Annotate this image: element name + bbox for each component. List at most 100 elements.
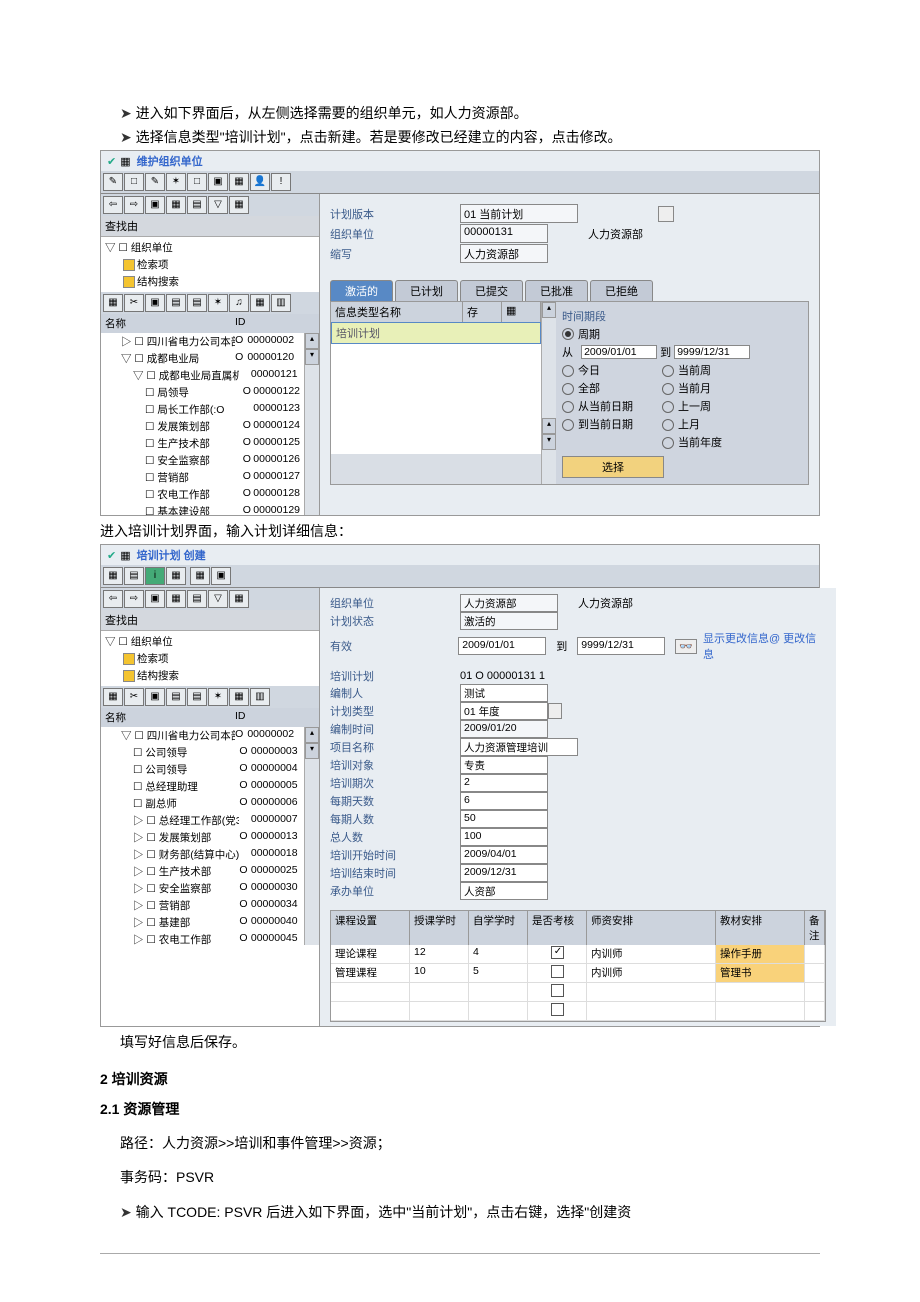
tree-row[interactable]: ☐ 农电工作部O00000128 [101,486,304,503]
tool-btn[interactable]: ▣ [145,294,165,312]
tool-btn[interactable]: ▦ [103,567,123,585]
tree-node[interactable]: 检索项 [101,256,319,273]
tool-btn[interactable]: ✂ [124,294,144,312]
tree-row[interactable]: ☐ 营销部O00000127 [101,469,304,486]
tree-node[interactable]: ▽ ☐ 组织单位 [101,239,319,256]
end-field[interactable]: 2009/12/31 [460,864,548,882]
radio-curmonth[interactable] [662,383,674,395]
radio-tocur[interactable] [562,419,574,431]
plan-version-field[interactable]: 01 当前计划 [460,204,578,223]
tree-row[interactable]: ☐ 总经理助理O00000005 [101,778,304,795]
tool-btn[interactable]: ▣ [211,567,231,585]
tool-btn[interactable]: ▣ [145,688,165,706]
nav-btn[interactable]: ▽ [208,590,228,608]
tree-row[interactable]: ▷ ☐ 安全监察部O00000030 [101,880,304,897]
tree-row[interactable]: ☐ 副总师O00000006 [101,795,304,812]
tree-row[interactable]: ▽ ☐ 成都电业局O00000120 [101,350,304,367]
tab-submitted[interactable]: 已提交 [460,280,523,301]
tool-btn[interactable]: ▦ [166,567,186,585]
scrollbar[interactable]: ▴▾ [304,727,319,945]
scroll-down-icon[interactable]: ▾ [305,349,319,365]
table-row[interactable]: 理论课程124内训师操作手册 [331,945,825,964]
nav-btn[interactable]: ▤ [187,590,207,608]
nav-btn[interactable]: ▦ [166,590,186,608]
make-time-field[interactable]: 2009/01/20 [460,720,548,738]
from-date[interactable]: 2009/01/01 [581,345,657,359]
target-field[interactable]: 专责 [460,756,548,774]
tree-node[interactable]: 结构搜索 [101,273,319,290]
tool-btn[interactable]: ! [271,173,291,191]
tool-btn[interactable]: ✂ [124,688,144,706]
abbr-field[interactable]: 人力资源部 [460,244,548,263]
tree-row[interactable]: ▷ ☐ 发展策划部O00000013 [101,829,304,846]
scrollbar[interactable]: ▴▾ [304,333,319,515]
tool-btn[interactable]: ✶ [208,688,228,706]
tool-btn[interactable]: i [145,567,165,585]
radio-fromcur[interactable] [562,401,574,413]
infotype-row-selected[interactable]: 培训计划 [331,322,541,344]
tree-row[interactable]: ☐ 局领导O00000122 [101,384,304,401]
nav-btn[interactable]: ▤ [187,196,207,214]
tree-row[interactable]: ▽ ☐ 四川省电力公司本部O00000002 [101,727,304,744]
tree-node[interactable]: ▽ ☐ 组织单位 [101,633,319,650]
days-field[interactable]: 6 [460,792,548,810]
scroll-up-icon[interactable]: ▴ [305,333,319,349]
tool-btn[interactable]: ✎ [145,173,165,191]
period-count-field[interactable]: 2 [460,774,548,792]
dropdown-icon[interactable] [548,703,562,719]
nav-btn[interactable]: ▦ [229,196,249,214]
tool-btn[interactable]: ▦ [229,173,249,191]
to-date[interactable]: 9999/12/31 [674,345,750,359]
radio-curyear[interactable] [662,437,674,449]
tree-row[interactable]: ☐ 生产技术部O00000125 [101,435,304,452]
assess-checkbox[interactable] [551,965,564,978]
tab-active[interactable]: 激活的 [330,280,393,301]
tool-btn[interactable]: 👤 [250,173,270,191]
tree-row[interactable]: ☐ 公司领导O00000003 [101,744,304,761]
plan-status-field[interactable]: 激活的 [460,612,558,630]
tool-btn[interactable]: ▥ [271,294,291,312]
tree-row[interactable]: ☐ 公司领导O00000004 [101,761,304,778]
tool-btn[interactable]: □ [187,173,207,191]
tool-btn[interactable]: ▤ [187,294,207,312]
tool-btn[interactable]: ♫ [229,294,249,312]
tree-node[interactable]: 结构搜索 [101,667,319,684]
tool-btn[interactable]: ▤ [124,567,144,585]
fwd-icon[interactable]: ⇨ [124,590,144,608]
tree-row[interactable]: ☐ 基本建设部O00000129 [101,503,304,515]
dropdown-icon[interactable] [658,206,674,222]
nav-btn[interactable]: ▣ [145,196,165,214]
radio-all[interactable] [562,383,574,395]
back-icon[interactable]: ⇦ [103,590,123,608]
tool-btn[interactable]: ✎ [103,173,123,191]
select-button[interactable]: 选择 [562,456,664,478]
tree-row[interactable]: ☐ 局长工作部(:O00000123 [101,401,304,418]
tool-btn[interactable]: ▤ [166,688,186,706]
total-field[interactable]: 100 [460,828,548,846]
tree-row[interactable]: ▷ ☐ 总经理工作部(党3O00000007 [101,812,304,829]
eff-from-field[interactable]: 2009/01/01 [458,637,546,655]
tool-btn[interactable]: □ [124,173,144,191]
radio-today[interactable] [562,365,574,377]
start-field[interactable]: 2009/04/01 [460,846,548,864]
scrollbar[interactable]: ▴▴▾ [541,302,556,484]
tab-rejected[interactable]: 已拒绝 [590,280,653,301]
tool-btn[interactable]: ▥ [250,688,270,706]
plan-type-field[interactable]: 01 年度 [460,702,548,720]
maker-field[interactable]: 测试 [460,684,548,702]
tool-btn[interactable]: ▦ [103,294,123,312]
proj-name-field[interactable]: 人力资源管理培训 [460,738,578,756]
tool-btn[interactable]: ▦ [103,688,123,706]
radio-curweek[interactable] [662,365,674,377]
org-unit-field[interactable]: 00000131 [460,224,548,243]
more-info-link[interactable]: 显示更改信息@ 更改信息 [703,630,826,662]
tool-btn[interactable]: ▦ [250,294,270,312]
tree-row[interactable]: ▷ ☐ 四川省电力公司本部O00000002 [101,333,304,350]
eff-to-field[interactable]: 9999/12/31 [577,637,665,655]
radio-period[interactable] [562,328,574,340]
tree-row[interactable]: ▷ ☐ 财务部(结算中心)O00000018 [101,846,304,863]
assess-checkbox[interactable] [551,946,564,959]
fwd-icon[interactable]: ⇨ [124,196,144,214]
tool-btn[interactable]: ▣ [208,173,228,191]
glasses-icon[interactable]: 👓 [675,639,697,654]
